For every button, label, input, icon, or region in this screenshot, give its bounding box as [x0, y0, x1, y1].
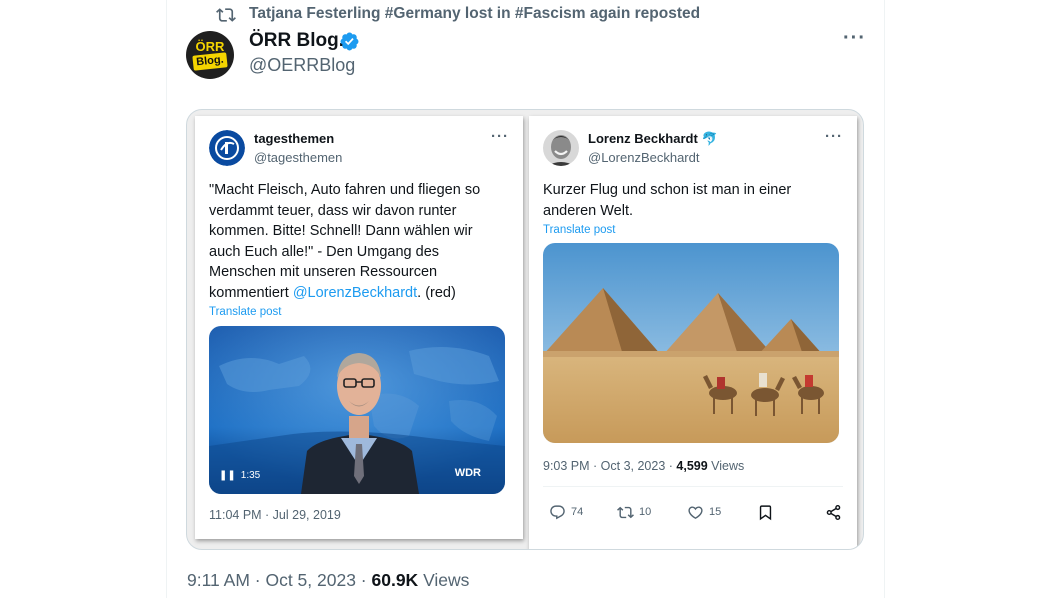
wdr-logo: WDR	[454, 467, 481, 479]
card-more-icon: ···	[825, 128, 843, 145]
time-prefix: 9:03 PM · Oct 3, 2023 ·	[543, 459, 677, 473]
heart-icon	[688, 505, 703, 519]
bookmark-icon	[759, 504, 772, 520]
repost-count: 10	[639, 506, 652, 518]
lorenz-timestamp: 9:03 PM · Oct 3, 2023 · 4,599 Views	[543, 459, 744, 473]
lorenz-action-bar: 74 10 15	[543, 498, 843, 526]
tagesthemen-name: tagesthemen	[254, 131, 335, 146]
verified-badge-icon[interactable]	[339, 31, 360, 52]
share-icon	[826, 504, 841, 520]
pyramids-photo	[543, 243, 839, 443]
pause-icon: ❚❚	[219, 469, 236, 481]
translate-link: Translate post	[543, 224, 616, 236]
more-options-button[interactable]: ···	[843, 28, 865, 52]
post-time[interactable]: 9:11 AM · Oct 5, 2023 ·	[187, 570, 372, 590]
text-line: anderen Welt.	[543, 202, 634, 219]
lorenz-post-text: Kurzer Flug und schon ist man in einer a…	[543, 180, 843, 221]
text-line: kommen. Bitte! Schnell! Dann wählen wir	[209, 223, 473, 239]
text-prefix: kommentiert	[209, 284, 293, 301]
repost-icon	[216, 8, 236, 22]
post-media[interactable]: tagesthemen @tagesthemen ··· "Macht Flei…	[186, 109, 864, 550]
dolphin-emoji-icon: 🐬	[701, 131, 718, 146]
avatar-logo-bottom: Blog.	[192, 52, 228, 71]
lorenz-handle: @LorenzBeckhardt	[588, 150, 700, 165]
lorenz-name-text: Lorenz Beckhardt	[588, 131, 698, 146]
video-duration: 1:35	[240, 469, 261, 481]
post-views-label: Views	[418, 570, 470, 590]
bookmark-action	[757, 498, 774, 526]
tagesthemen-timestamp: 11:04 PM · Jul 29, 2019	[209, 508, 341, 522]
repost-action: 10	[617, 498, 651, 526]
tagesthemen-post-text: "Macht Fleisch, Auto fahren und fliegen …	[209, 180, 509, 303]
like-action: 15	[687, 498, 721, 526]
post-views-count: 60.9K	[371, 570, 419, 590]
embedded-post-lorenz: Lorenz Beckhardt 🐬 @LorenzBeckhardt ··· …	[529, 116, 857, 549]
translate-link: Translate post	[209, 306, 282, 318]
text-line: Menschen mit unseren Ressourcen	[209, 264, 438, 280]
repost-attribution[interactable]: Tatjana Festerling #Germany lost in #Fas…	[249, 5, 700, 23]
reply-icon	[550, 504, 565, 519]
text-line: Kurzer Flug und schon ist man in einer	[543, 182, 792, 198]
share-action	[825, 498, 842, 526]
author-avatar[interactable]: ÖRR Blog.	[186, 31, 234, 79]
reply-count: 74	[571, 506, 584, 518]
like-count: 15	[709, 506, 722, 518]
card-more-icon: ···	[491, 128, 509, 145]
mention-link: @LorenzBeckhardt	[292, 284, 418, 301]
author-handle[interactable]: @OERRBlog	[249, 55, 355, 76]
repost-icon	[617, 506, 634, 518]
views-label: Views	[707, 459, 745, 473]
post-timestamp-views[interactable]: 9:11 AM · Oct 5, 2023 · 60.9K Views	[187, 570, 469, 591]
tagesthemen-avatar	[209, 130, 245, 166]
lorenz-name: Lorenz Beckhardt 🐬	[588, 131, 718, 147]
embedded-post-tagesthemen: tagesthemen @tagesthemen ··· "Macht Flei…	[195, 116, 523, 539]
author-name[interactable]: ÖRR Blog.	[249, 30, 344, 52]
text-line: "Macht Fleisch, Auto fahren und fliegen …	[209, 182, 481, 198]
video-controls: ❚❚ 1:35	[219, 466, 260, 484]
reply-action: 74	[549, 498, 583, 526]
lorenz-avatar	[543, 130, 579, 166]
text-line: auch Euch alle!" - Den Umgang des	[209, 243, 440, 260]
views-count: 4,599	[676, 459, 708, 473]
text-suffix: . (red)	[417, 284, 456, 301]
tagesthemen-handle: @tagesthemen	[254, 150, 343, 165]
video-thumbnail: ❚❚ 1:35 WDR	[209, 326, 505, 494]
card-divider	[543, 486, 843, 487]
text-line-last: kommentiert @LorenzBeckhardt. (red)	[209, 283, 509, 304]
text-line: verdammt teuer, dass wir davon runter	[209, 202, 457, 219]
